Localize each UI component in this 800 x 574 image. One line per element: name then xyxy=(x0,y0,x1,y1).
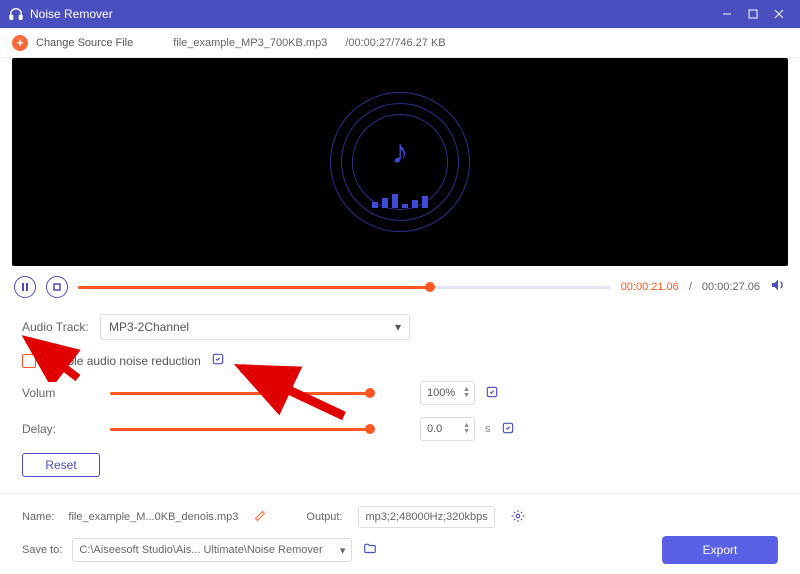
current-time: 00:00:21.06 xyxy=(621,281,679,293)
window-title: Noise Remover xyxy=(30,7,714,21)
volume-stepper[interactable]: ▲▼ xyxy=(463,387,470,399)
delay-value: 0.0 xyxy=(427,423,442,435)
edit-name-icon[interactable] xyxy=(254,510,266,525)
pause-button[interactable] xyxy=(14,276,36,298)
audio-track-row: Audio Track: MP3-2Channel ▾ xyxy=(22,314,778,340)
export-button[interactable]: Export xyxy=(662,536,778,564)
time-separator: / xyxy=(689,281,692,293)
volume-row: Volum 100% ▲▼ xyxy=(22,381,778,405)
audio-track-label: Audio Track: xyxy=(22,320,90,334)
volume-slider[interactable] xyxy=(110,392,370,395)
maximize-button[interactable] xyxy=(740,0,766,28)
noise-reduction-row: Enable audio noise reduction xyxy=(22,352,778,369)
equalizer-icon xyxy=(372,194,428,208)
app-logo-icon xyxy=(8,6,24,22)
change-source-button[interactable]: + Change Source File xyxy=(12,35,133,51)
volume-reset-icon[interactable] xyxy=(485,385,499,402)
delay-reset-icon[interactable] xyxy=(501,421,515,438)
playback-progress[interactable] xyxy=(78,286,611,289)
close-button[interactable] xyxy=(766,0,792,28)
playback-controls: 00:00:21.06 / 00:00:27.06 xyxy=(0,266,800,308)
settings-panel: Audio Track: MP3-2Channel ▾ Enable audio… xyxy=(0,308,800,489)
chevron-down-icon: ▾ xyxy=(340,544,346,557)
open-folder-icon[interactable] xyxy=(362,542,378,559)
reset-button[interactable]: Reset xyxy=(22,453,100,477)
output-format-box: mp3;2;48000Hz;320kbps xyxy=(358,506,494,528)
source-filename: file_example_MP3_700KB.mp3 xyxy=(173,37,327,49)
plus-icon: + xyxy=(12,35,28,51)
delay-stepper[interactable]: ▲▼ xyxy=(463,423,470,435)
stop-button[interactable] xyxy=(46,276,68,298)
delay-slider[interactable] xyxy=(110,428,370,431)
audio-track-select[interactable]: MP3-2Channel ▾ xyxy=(100,314,410,340)
volume-label: Volum xyxy=(22,386,90,400)
saveto-select[interactable]: C:\Aiseesoft Studio\Ais... Ultimate\Nois… xyxy=(72,538,352,562)
delay-unit: s xyxy=(485,423,491,435)
noise-settings-icon[interactable] xyxy=(211,352,225,369)
saveto-value: C:\Aiseesoft Studio\Ais... Ultimate\Nois… xyxy=(79,544,322,556)
chevron-down-icon: ▾ xyxy=(395,320,401,334)
volume-value: 100% xyxy=(427,387,455,399)
volume-icon[interactable] xyxy=(770,277,786,298)
noise-reduction-checkbox[interactable] xyxy=(22,354,36,368)
audio-placeholder-icon: ♪ xyxy=(330,92,470,232)
name-value: file_example_M...0KB_denois.mp3 xyxy=(68,511,238,523)
delay-label: Delay: xyxy=(22,422,90,436)
output-area: Name: file_example_M...0KB_denois.mp3 Ou… xyxy=(0,502,800,574)
name-label: Name: xyxy=(22,511,54,523)
noise-reduction-label: Enable audio noise reduction xyxy=(46,354,201,368)
output-label: Output: xyxy=(306,511,342,523)
saveto-label: Save to: xyxy=(22,544,62,556)
title-bar: Noise Remover xyxy=(0,0,800,28)
minimize-button[interactable] xyxy=(714,0,740,28)
change-source-label: Change Source File xyxy=(36,37,133,49)
delay-input[interactable]: 0.0 ▲▼ xyxy=(420,417,475,441)
audio-track-value: MP3-2Channel xyxy=(109,320,189,334)
reset-label: Reset xyxy=(45,458,76,472)
export-label: Export xyxy=(703,543,738,557)
source-bar: + Change Source File file_example_MP3_70… xyxy=(0,28,800,58)
separator xyxy=(0,493,800,494)
total-time: 00:00:27.06 xyxy=(702,281,760,293)
output-value: mp3;2;48000Hz;320kbps xyxy=(365,511,487,523)
preview-area: ♪ xyxy=(12,58,788,266)
source-meta: /00:00:27/746.27 KB xyxy=(345,37,445,49)
music-note-icon: ♪ xyxy=(392,133,409,172)
volume-input[interactable]: 100% ▲▼ xyxy=(420,381,475,405)
delay-row: Delay: 0.0 ▲▼ s xyxy=(22,417,778,441)
